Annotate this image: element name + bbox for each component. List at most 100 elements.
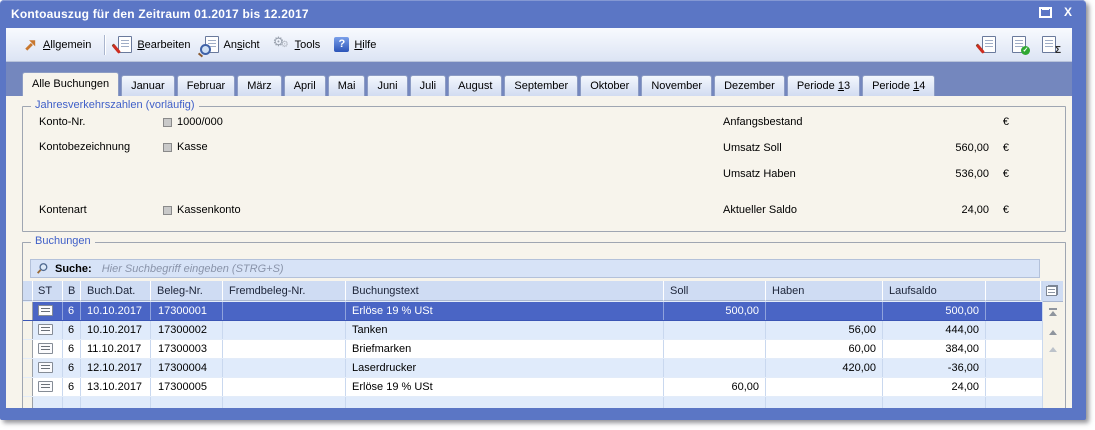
cell-date: 10.10.2017: [81, 321, 151, 339]
column-header-b[interactable]: B: [63, 281, 81, 301]
cell-laufsaldo: 444,00: [883, 321, 986, 339]
column-header-laufsaldo[interactable]: Laufsaldo: [883, 281, 986, 301]
scroll-up-alt-icon[interactable]: [1049, 347, 1057, 352]
cell-text: Erlöse 19 % USt: [346, 302, 664, 320]
cell-text: Briefmarken: [346, 340, 664, 358]
field-umsatz-soll: Umsatz Soll 560,00 €: [723, 142, 1015, 156]
tab-juli[interactable]: Juli: [410, 75, 447, 96]
cell-b: 6: [63, 302, 81, 320]
cell-haben: [766, 302, 883, 320]
tab-juni[interactable]: Juni: [367, 75, 407, 96]
cell-date: 10.10.2017: [81, 302, 151, 320]
close-icon: X: [1064, 5, 1072, 19]
confirm-record-button[interactable]: ✓: [1012, 36, 1026, 53]
field-value: 536,00: [899, 168, 989, 180]
toolbar-separator: [104, 35, 105, 55]
cell-fremdbeleg: [223, 359, 346, 377]
cell-laufsaldo: 24,00: [883, 378, 986, 396]
column-chooser-icon[interactable]: [1046, 285, 1058, 296]
scroll-up-icon[interactable]: [1049, 330, 1057, 335]
tab-alle-buchungen[interactable]: Alle Buchungen: [22, 72, 119, 96]
cell-haben: 420,00: [766, 359, 883, 377]
table-row[interactable]: 6 13.10.2017 17300005 Erlöse 19 % USt 60…: [23, 378, 1061, 397]
search-input[interactable]: [100, 260, 1034, 277]
table-row[interactable]: 6 10.10.2017 17300001 Erlöse 19 % USt 50…: [23, 302, 1061, 321]
scroll-to-top-icon[interactable]: [1049, 311, 1057, 316]
field-anfangsbestand: Anfangsbestand €: [723, 116, 1015, 130]
field-konto-nr: Konto-Nr. 1000/000: [23, 116, 423, 130]
cell-laufsaldo: 384,00: [883, 340, 986, 358]
close-window-button[interactable]: X: [1064, 7, 1072, 18]
cell-b: 6: [63, 359, 81, 377]
column-header-buchdat[interactable]: Buch.Dat.: [81, 281, 151, 301]
tab-april[interactable]: April: [284, 75, 326, 96]
record-icon: [38, 381, 53, 392]
record-icon: [38, 324, 53, 335]
table-row[interactable]: 6 12.10.2017 17300004 Laserdrucker 420,0…: [23, 359, 1061, 378]
tab-november[interactable]: November: [641, 75, 712, 96]
cell-soll: [664, 321, 766, 339]
tab-september[interactable]: September: [504, 75, 578, 96]
column-header-soll[interactable]: Soll: [664, 281, 766, 301]
table-row[interactable]: 6 10.10.2017 17300002 Tanken 56,00 444,0…: [23, 321, 1061, 340]
cell-beleg: 17300001: [151, 302, 223, 320]
column-header-buchungstext[interactable]: Buchungstext: [346, 281, 664, 301]
currency-symbol: €: [1003, 116, 1009, 128]
bullet-icon: [163, 118, 172, 127]
title-bar: Kontoauszug für den Zeitraum 01.2017 bis…: [0, 0, 1086, 28]
header-gutter: [23, 281, 33, 301]
restore-window-button[interactable]: [1039, 7, 1052, 18]
tab-maerz[interactable]: März: [237, 75, 281, 96]
toolbar: Allgemein Bearbeiten Ansicht ⚙⚙ Tools ?: [6, 28, 1072, 62]
cell-haben: 56,00: [766, 321, 883, 339]
cell-fremdbeleg: [223, 378, 346, 396]
tab-oktober[interactable]: Oktober: [580, 75, 639, 96]
cell-haben: 60,00: [766, 340, 883, 358]
column-header-beleg-nr[interactable]: Beleg-Nr.: [151, 281, 223, 301]
field-umsatz-haben: Umsatz Haben 536,00 €: [723, 168, 1015, 182]
toolbar-button-bearbeiten[interactable]: Bearbeiten: [111, 33, 197, 56]
search-bar[interactable]: Suche:: [30, 259, 1040, 278]
search-icon: [36, 262, 49, 275]
cell-text: Laserdrucker: [346, 359, 664, 377]
tab-august[interactable]: August: [448, 75, 502, 96]
column-header-st[interactable]: ST: [33, 281, 63, 301]
bullet-icon: [163, 143, 172, 152]
table-row[interactable]: 6 11.10.2017 17300003 Briefmarken 60,00 …: [23, 340, 1061, 359]
tab-mai[interactable]: Mai: [328, 75, 366, 96]
toolbar-button-tools[interactable]: ⚙⚙ Tools: [267, 34, 328, 55]
bookings-group: Buchungen Suche: ST B: [22, 242, 1066, 408]
column-header-haben[interactable]: Haben: [766, 281, 883, 301]
cell-b: 6: [63, 340, 81, 358]
field-label: Kontobezeichnung: [39, 141, 130, 153]
sum-report-button[interactable]: Σ: [1042, 36, 1056, 53]
app-window: Kontoauszug für den Zeitraum 01.2017 bis…: [0, 0, 1086, 420]
cell-date: 12.10.2017: [81, 359, 151, 377]
tab-periode-13[interactable]: Periode 13: [787, 75, 860, 96]
field-label: Aktueller Saldo: [723, 204, 797, 216]
summary-group: Jahresverkehrszahlen (vorläufig) Konto-N…: [22, 106, 1066, 232]
tab-februar[interactable]: Februar: [177, 75, 236, 96]
toolbar-button-ansicht[interactable]: Ansicht: [198, 33, 267, 56]
content-area: Jahresverkehrszahlen (vorläufig) Konto-N…: [6, 96, 1072, 408]
tab-strip: Alle Buchungen Januar Februar März April…: [6, 62, 1072, 96]
toolbar-button-allgemein[interactable]: Allgemein: [16, 34, 98, 55]
tab-dezember[interactable]: Dezember: [714, 75, 785, 96]
window-body: Allgemein Bearbeiten Ansicht ⚙⚙ Tools ?: [6, 28, 1072, 408]
bullet-icon: [163, 206, 172, 215]
field-value: 560,00: [899, 142, 989, 154]
table-header-row: ST B Buch.Dat. Beleg-Nr. Fremdbeleg-Nr. …: [23, 281, 1061, 302]
bookings-table: ST B Buch.Dat. Beleg-Nr. Fremdbeleg-Nr. …: [23, 281, 1061, 408]
toolbar-label: Allgemein: [43, 39, 91, 51]
field-aktueller-saldo: Aktueller Saldo 24,00 €: [723, 204, 1015, 218]
summary-group-title: Jahresverkehrszahlen (vorläufig): [31, 99, 199, 111]
cell-beleg: 17300004: [151, 359, 223, 377]
tab-periode-14[interactable]: Periode 14: [862, 75, 935, 96]
cell-soll: [664, 359, 766, 377]
edit-record-button[interactable]: [982, 36, 996, 53]
cell-text: Tanken: [346, 321, 664, 339]
record-icon: [38, 305, 53, 316]
column-header-fremdbeleg-nr[interactable]: Fremdbeleg-Nr.: [223, 281, 346, 301]
tab-januar[interactable]: Januar: [121, 75, 175, 96]
field-value: 24,00: [899, 204, 989, 216]
